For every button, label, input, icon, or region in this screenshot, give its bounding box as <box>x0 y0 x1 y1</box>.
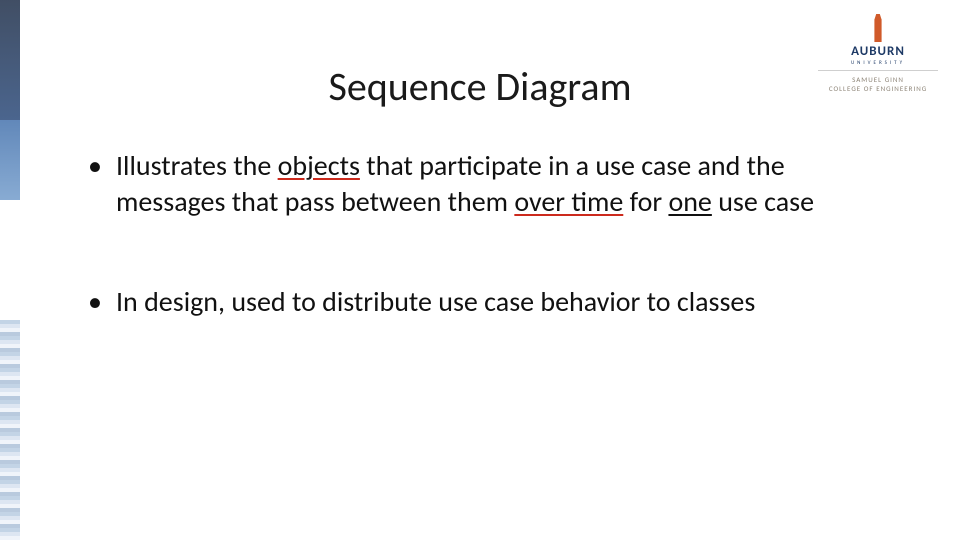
slide-body: Illustrates the objects that participate… <box>88 148 900 383</box>
bullet-text-emph: over time <box>514 184 623 219</box>
bullet-text: for <box>623 184 668 219</box>
deco-stripe <box>0 320 20 540</box>
tower-icon <box>869 14 887 42</box>
bullet-text-emph: one <box>668 184 711 219</box>
bullet-text-emph: objects <box>278 148 360 183</box>
bullet-2: In design, used to distribute use case b… <box>88 284 900 320</box>
deco-stripe <box>0 120 20 200</box>
bullet-text: In design, used to distribute use case b… <box>116 284 755 319</box>
logo-wordmark: AUBURN <box>818 44 938 59</box>
deco-stripe <box>0 200 20 320</box>
bullet-text: Illustrates the <box>116 148 278 183</box>
bullet-1: Illustrates the objects that participate… <box>88 148 900 220</box>
slide-title: Sequence Diagram <box>0 62 960 111</box>
bullet-text: use case <box>712 184 814 219</box>
